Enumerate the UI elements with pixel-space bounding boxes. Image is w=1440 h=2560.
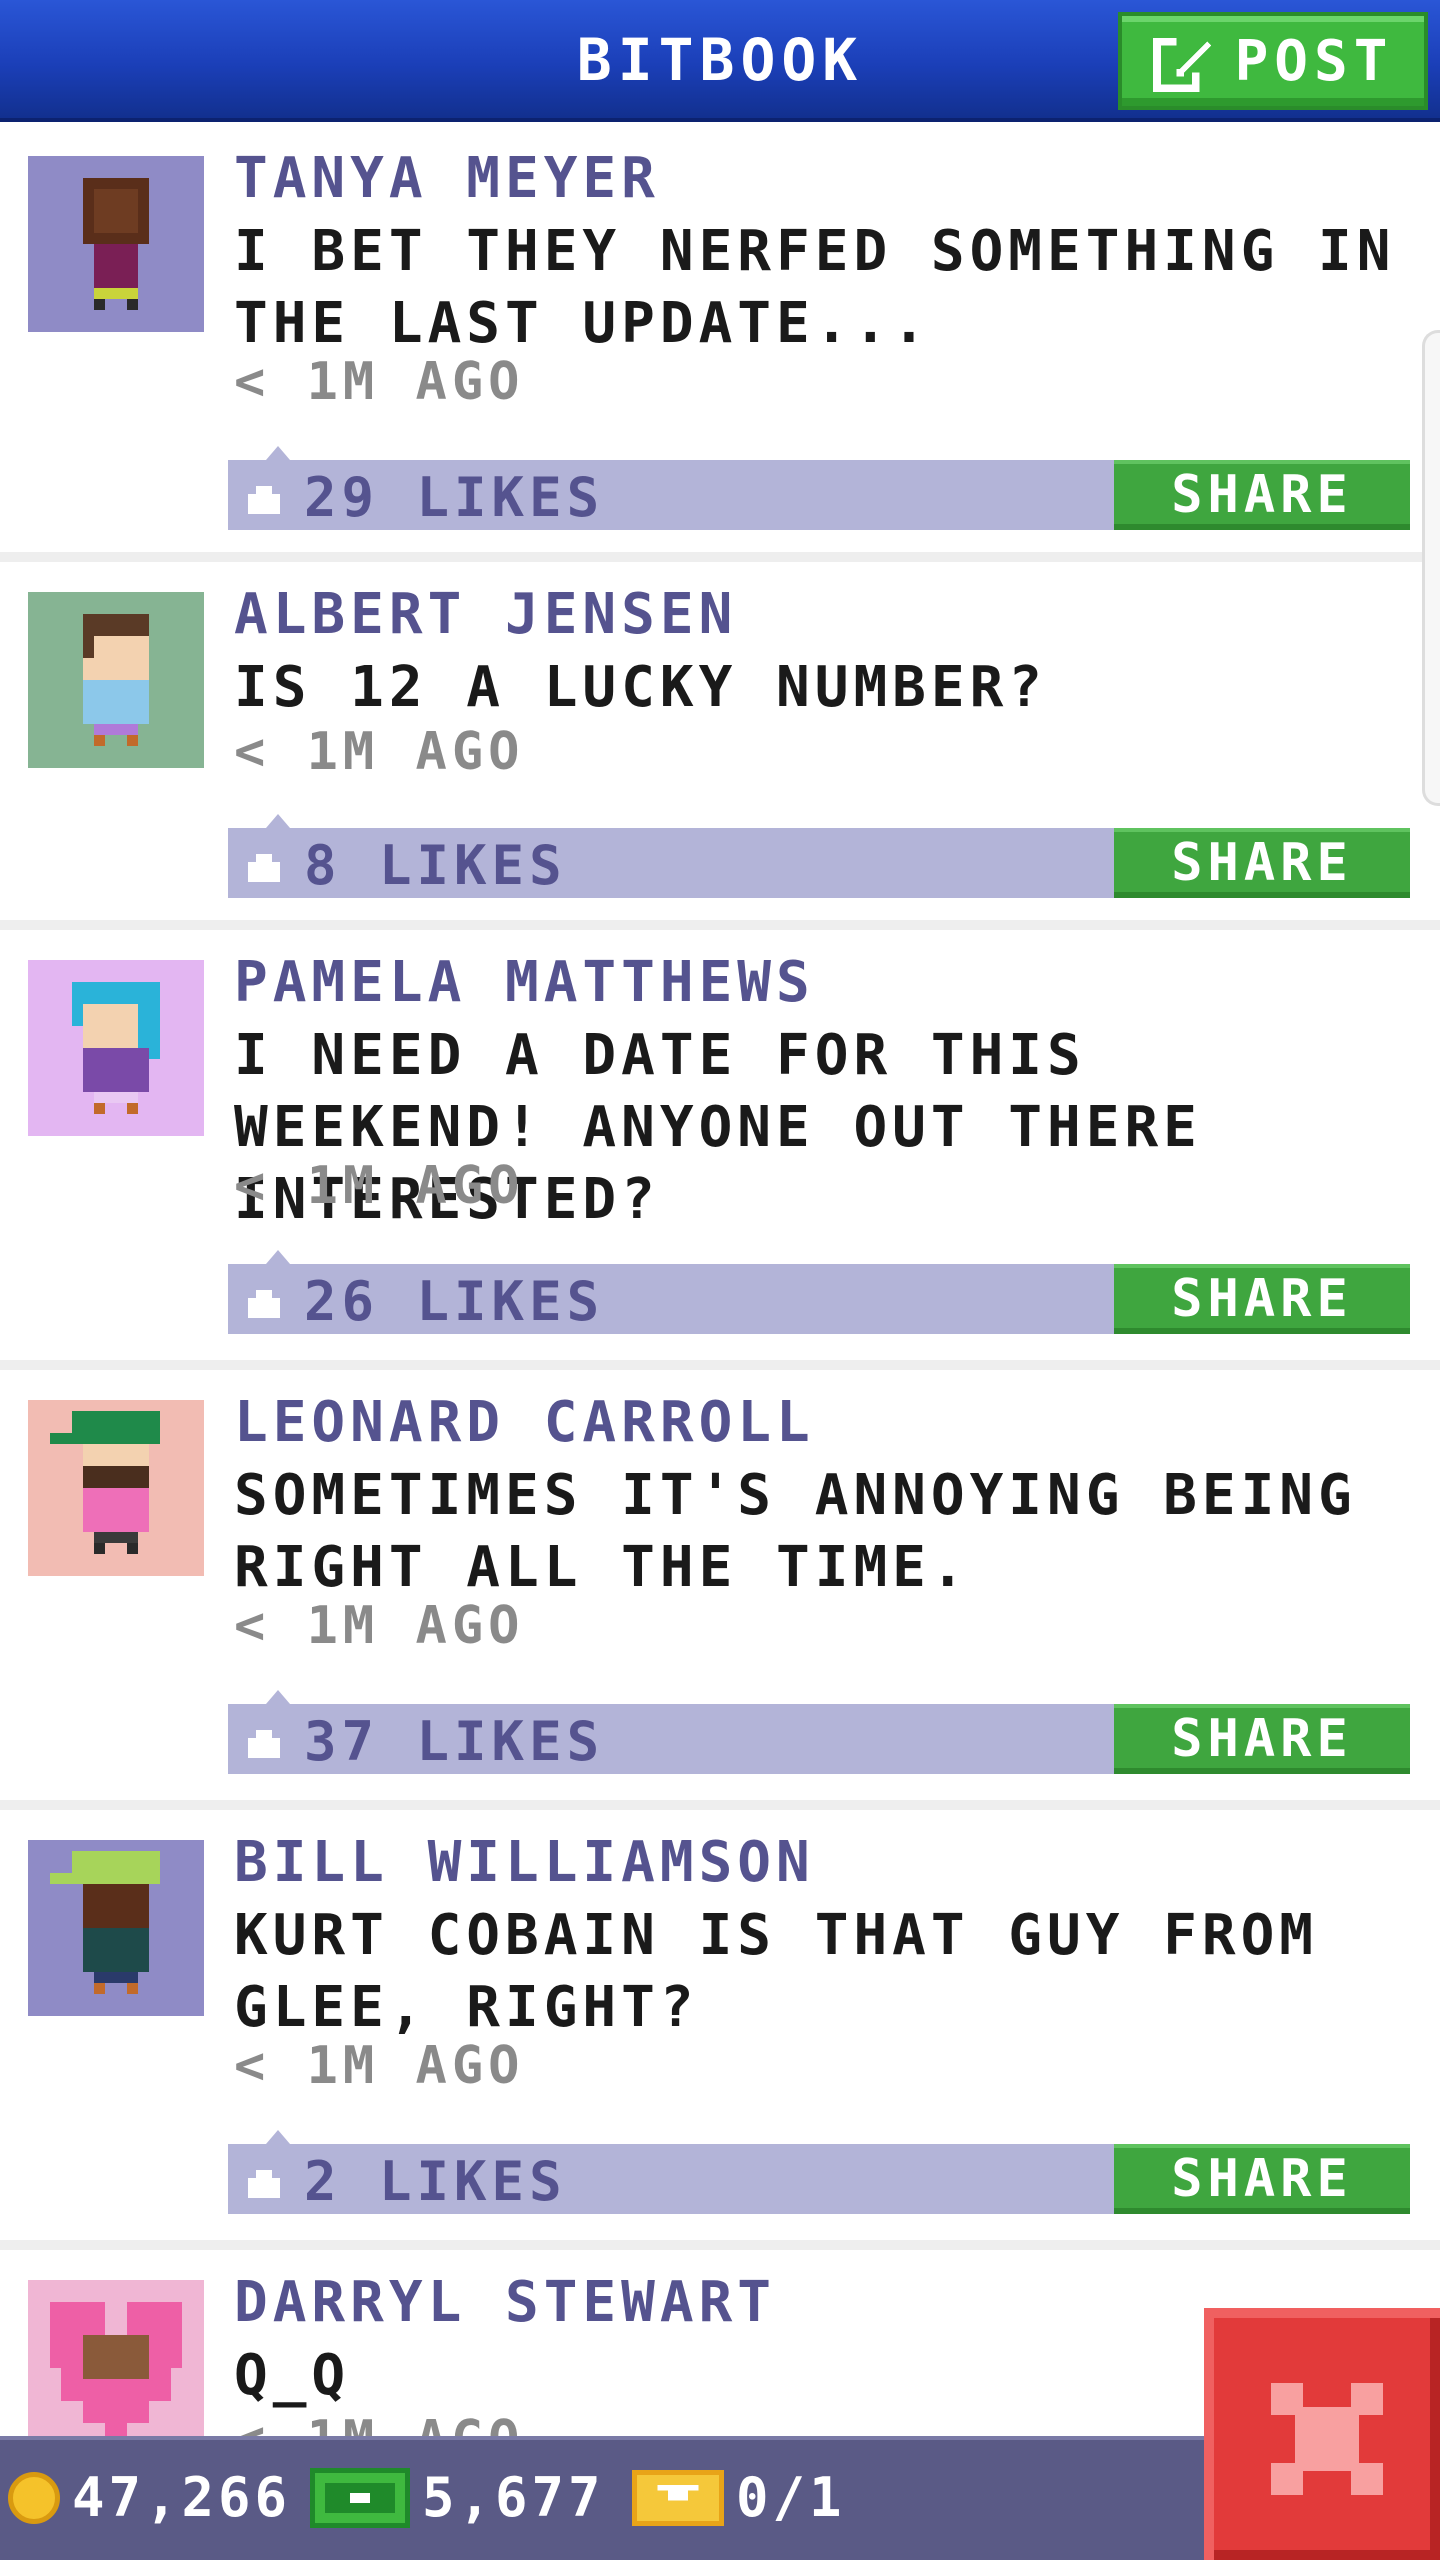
avatar-image — [28, 1840, 204, 2016]
share-button[interactable]: SHARE — [1114, 1264, 1410, 1334]
coins-value: 47,266 — [72, 2466, 292, 2529]
feed-post: ALBERT JENSEN IS 12 A LUCKY NUMBER? < 1M… — [0, 562, 1440, 930]
likes-bar: 29 LIKES SHARE — [228, 446, 1410, 530]
like-icon[interactable] — [244, 1722, 284, 1758]
feed-post: TANYA MEYER I BET THEY NERFED SOMETHING … — [0, 126, 1440, 562]
post-author[interactable]: BILL WILLIAMSON — [234, 1830, 815, 1895]
post-author[interactable]: PAMELA MATTHEWS — [234, 950, 815, 1015]
cash-stat: 5,677 — [310, 2466, 605, 2529]
post-message: I BET THEY NERFED SOMETHING IN THE LAST … — [234, 219, 1396, 356]
feed-post: LEONARD CARROLL SOMETIMES IT'S ANNOYING … — [0, 1370, 1440, 1810]
tickets-stat: 0/1 — [632, 2466, 846, 2529]
share-button[interactable]: SHARE — [1114, 460, 1410, 530]
likes-bar: 37 LIKES SHARE — [228, 1690, 1410, 1774]
post-time: < 1M AGO — [234, 2410, 524, 2436]
like-icon[interactable] — [244, 2162, 284, 2198]
avatar-image — [28, 2280, 204, 2436]
avatar-image — [28, 156, 204, 332]
likes-bar: 8 LIKES SHARE — [228, 814, 1410, 898]
avatar[interactable] — [28, 1400, 204, 1576]
likes-count: 26 LIKES — [304, 1270, 605, 1333]
cash-value: 5,677 — [422, 2466, 605, 2529]
coins-stat: 47,266 — [8, 2466, 291, 2529]
post-time: < 1M AGO — [234, 352, 525, 412]
avatar[interactable] — [28, 1840, 204, 2016]
header-bar: BITBOOK POST — [0, 0, 1440, 122]
post-author[interactable]: TANYA MEYER — [234, 146, 660, 211]
post-author[interactable]: DARRYL STEWART — [234, 2270, 776, 2335]
feed-list[interactable]: TANYA MEYER I BET THEY NERFED SOMETHING … — [0, 126, 1440, 2436]
likes-count: 37 LIKES — [304, 1710, 605, 1773]
coin-icon — [8, 2471, 60, 2524]
post-message: KURT COBAIN IS THAT GUY FROM GLEE, RIGHT… — [234, 1903, 1319, 2040]
likes-bar: 2 LIKES SHARE — [228, 2130, 1410, 2214]
likes-bar: 26 LIKES SHARE — [228, 1250, 1410, 1334]
post-message: IS 12 A LUCKY NUMBER? — [234, 655, 1048, 720]
close-button[interactable] — [1204, 2308, 1440, 2560]
share-button[interactable]: SHARE — [1114, 2144, 1410, 2214]
post-button-label: POST — [1234, 28, 1394, 94]
like-icon[interactable] — [244, 846, 284, 882]
scroll-indicator[interactable] — [1422, 330, 1440, 806]
post-author[interactable]: LEONARD CARROLL — [234, 1390, 815, 1455]
post-message: SOMETIMES IT'S ANNOYING BEING RIGHT ALL … — [234, 1463, 1357, 1600]
avatar-image — [28, 960, 204, 1136]
like-icon[interactable] — [244, 478, 284, 514]
avatar[interactable] — [28, 2280, 204, 2436]
likes-count: 2 LIKES — [304, 2150, 567, 2213]
ticket-icon — [632, 2469, 724, 2526]
post-author[interactable]: ALBERT JENSEN — [234, 582, 737, 647]
likes-count: 29 LIKES — [304, 466, 605, 529]
share-button[interactable]: SHARE — [1114, 828, 1410, 898]
feed-post: PAMELA MATTHEWS I NEED A DATE FOR THIS W… — [0, 930, 1440, 1370]
close-icon — [1271, 2383, 1383, 2495]
like-icon[interactable] — [244, 1282, 284, 1318]
post-button[interactable]: POST — [1118, 12, 1428, 110]
post-time: < 1M AGO — [234, 1156, 525, 1216]
tickets-value: 0/1 — [736, 2466, 846, 2529]
feed-post: BILL WILLIAMSON KURT COBAIN IS THAT GUY … — [0, 1810, 1440, 2250]
post-time: < 1M AGO — [234, 722, 525, 782]
avatar-image — [28, 1400, 204, 1576]
post-edit-icon — [1152, 37, 1211, 92]
share-button[interactable]: SHARE — [1114, 1704, 1410, 1774]
avatar-image — [28, 592, 204, 768]
avatar[interactable] — [28, 156, 204, 332]
post-time: < 1M AGO — [234, 2036, 525, 2096]
likes-count: 8 LIKES — [304, 834, 567, 897]
post-time: < 1M AGO — [234, 1596, 525, 1656]
avatar[interactable] — [28, 592, 204, 768]
cash-icon — [310, 2467, 410, 2528]
avatar[interactable] — [28, 960, 204, 1136]
